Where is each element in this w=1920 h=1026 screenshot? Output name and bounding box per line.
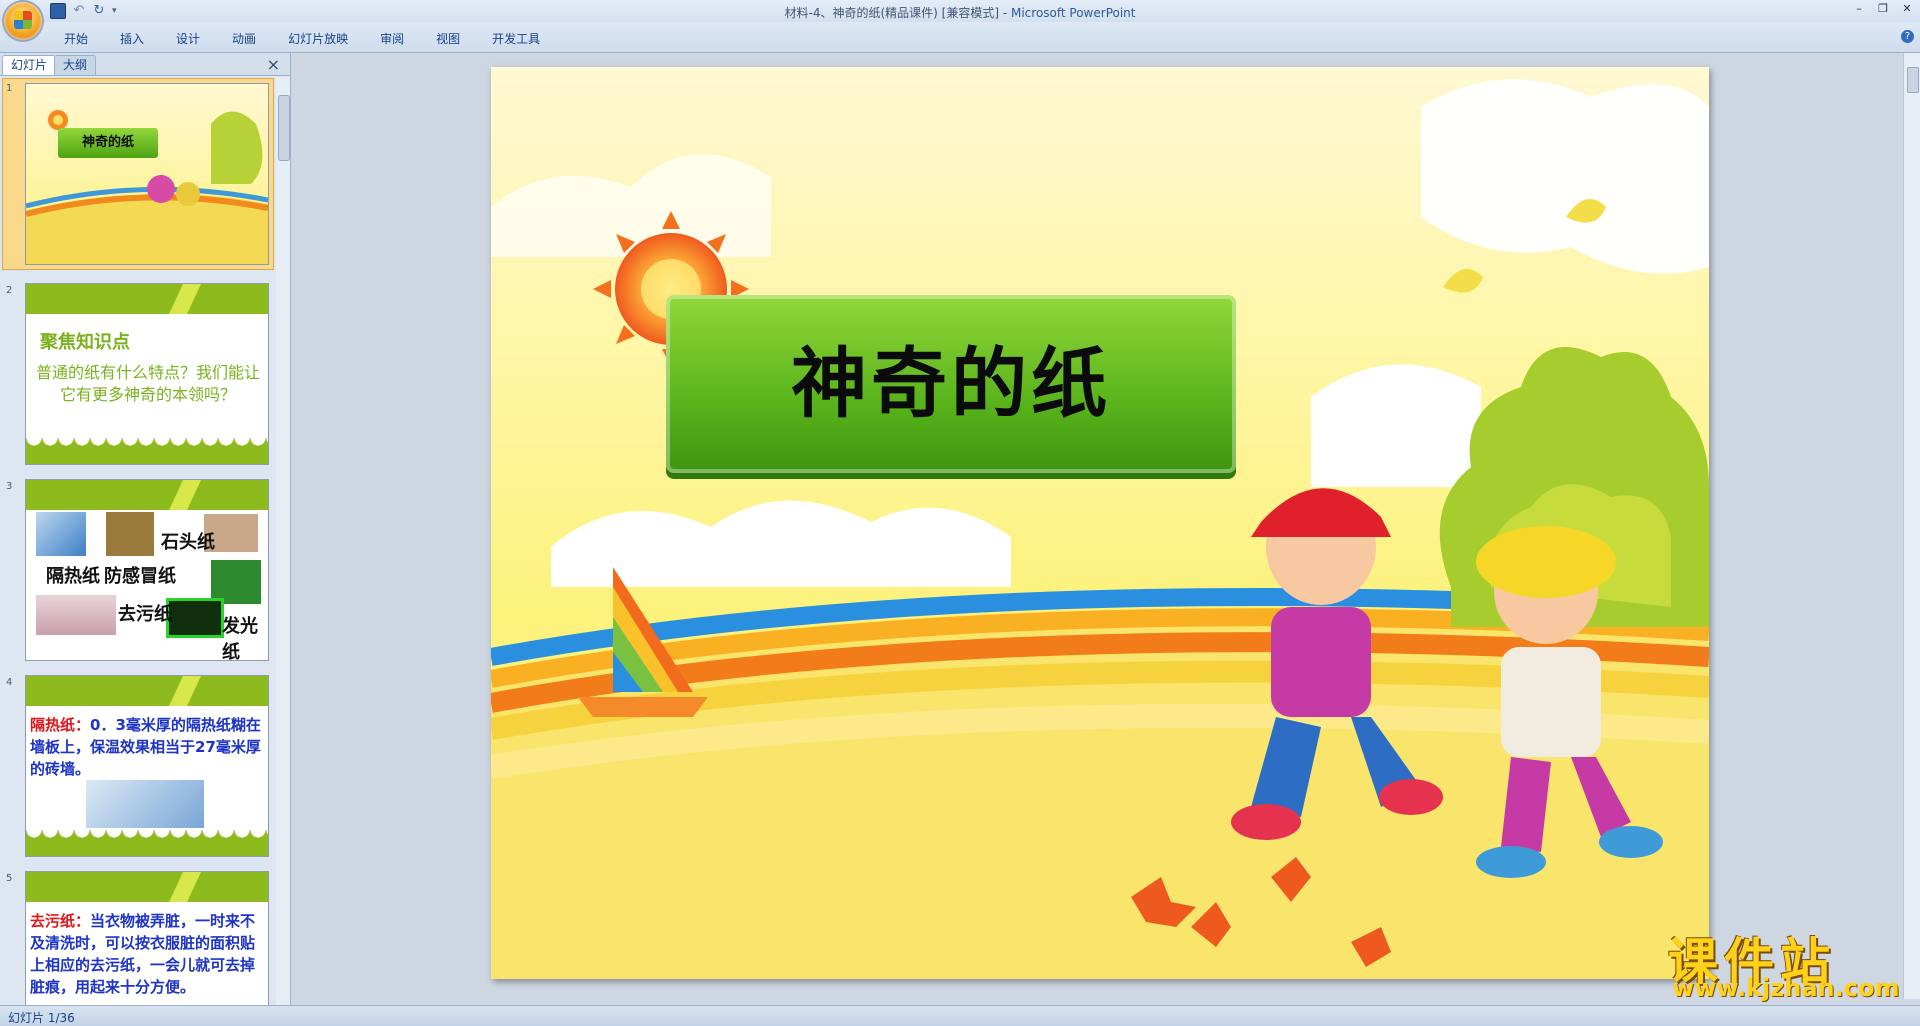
tab-design[interactable]: 设计 — [160, 27, 216, 50]
tab-view[interactable]: 视图 — [420, 27, 476, 50]
maximize-icon[interactable]: ❐ — [1876, 2, 1890, 16]
thumbnail-slide-3[interactable]: 石头纸 隔热纸 防感冒纸 去污纸 发光纸 — [25, 479, 269, 661]
thumb-top-band — [26, 284, 268, 314]
tab-developer[interactable]: 开发工具 — [476, 27, 556, 50]
slide-1-preview-art — [26, 110, 268, 264]
thumbnail-number: 3 — [6, 481, 13, 492]
thumb-top-band — [26, 480, 268, 510]
thumbnail-number: 2 — [6, 285, 13, 296]
thumb-picture — [106, 512, 154, 556]
office-button[interactable] — [4, 2, 42, 40]
window-title: 材料-4、神奇的纸(精品课件) [兼容模式] - Microsoft Power… — [0, 4, 1920, 21]
thumbnail-slide-5[interactable]: 去污纸：当衣物被弄脏，一时来不及清洗时，可以按衣服脏的面积贴上相应的去污纸，一会… — [25, 871, 269, 1005]
site-watermark: 课件站 www.kjzhan.com — [1668, 922, 1908, 1002]
thumbnail-label: 石头纸 — [161, 532, 215, 553]
thumbnail-slide-1[interactable]: 神奇的纸 — [25, 83, 269, 265]
window-title-doc: 材料-4、神奇的纸(精品课件) [兼容模式] - — [784, 6, 1011, 20]
thumbnail-number: 4 — [6, 677, 13, 688]
main-scrollbar[interactable] — [1903, 53, 1920, 999]
office-logo-icon — [14, 11, 32, 29]
title-placeholder[interactable]: 神奇的纸 — [666, 295, 1236, 473]
thumb-bottom-band — [26, 438, 268, 464]
minimize-icon[interactable]: – — [1852, 2, 1866, 16]
tab-slides[interactable]: 幻灯片 — [2, 55, 57, 75]
ribbon: 开始 插入 设计 动画 幻灯片放映 审阅 视图 开发工具 ? — [0, 22, 1920, 53]
thumbnail-slide-2[interactable]: 聚焦知识点 普通的纸有什么特点？我们能让它有更多神奇的本领吗？ — [25, 283, 269, 465]
thumbnail-label: 隔热纸 — [46, 566, 100, 587]
slide-title[interactable]: 神奇的纸 — [666, 295, 1236, 473]
status-bar: 幻灯片 1/36 — [0, 1005, 1920, 1026]
tab-animations[interactable]: 动画 — [216, 27, 272, 50]
thumb-picture — [36, 595, 116, 635]
thumbnail-lead: 隔热纸： — [30, 716, 91, 734]
close-icon[interactable]: ✕ — [1900, 2, 1914, 16]
ribbon-tabs: 开始 插入 设计 动画 幻灯片放映 审阅 视图 开发工具 — [48, 27, 556, 50]
current-slide[interactable]: 神奇的纸 — [491, 67, 1709, 979]
tab-home[interactable]: 开始 — [48, 27, 104, 50]
panel-tabs: 幻灯片 大纲 × — [0, 53, 290, 76]
help-icon[interactable]: ? — [1901, 30, 1914, 43]
watermark-url: www.kjzhan.com — [1672, 974, 1900, 1002]
thumbnail-heading: 聚焦知识点 — [40, 332, 130, 353]
tab-insert[interactable]: 插入 — [104, 27, 160, 50]
thumbnail-number: 1 — [6, 83, 13, 94]
panel-close-icon[interactable]: × — [267, 55, 280, 74]
scrollbar-thumb[interactable] — [1907, 67, 1919, 93]
scrollbar-thumb[interactable] — [278, 95, 290, 161]
thumbnail-slide-4[interactable]: 隔热纸：0．3毫米厚的隔热纸糊在墙板上，保温效果相当于27毫米厚的砖墙。 — [25, 675, 269, 857]
thumb-picture — [166, 598, 224, 638]
thumb-bottom-band — [26, 830, 268, 856]
thumbnail-scrollbar[interactable] — [276, 77, 290, 1005]
thumbnail-label: 发光纸 — [222, 616, 258, 661]
thumbnail-body: 隔热纸：0．3毫米厚的隔热纸糊在墙板上，保温效果相当于27毫米厚的砖墙。 — [30, 714, 264, 780]
thumbnail-body: 普通的纸有什么特点？我们能让它有更多神奇的本领吗？ — [35, 363, 260, 404]
thumb-top-band — [26, 676, 268, 706]
title-bar: ↶ ↻ ▾ 材料-4、神奇的纸(精品课件) [兼容模式] - Microsoft… — [0, 0, 1920, 22]
thumb-picture — [36, 512, 86, 556]
window-title-app: Microsoft PowerPoint — [1010, 6, 1136, 20]
thumbnail-list: 1 神奇的纸 2 聚焦知识点 普通的纸有什么特点？我们能让它有更多神奇的本领吗？… — [0, 77, 274, 1005]
tab-outline[interactable]: 大纲 — [54, 55, 97, 75]
slide-background-art — [491, 79, 1709, 979]
tab-slideshow[interactable]: 幻灯片放映 — [272, 27, 364, 50]
thumbnail-number: 5 — [6, 873, 13, 884]
thumbnail-lead: 去污纸： — [30, 912, 91, 930]
thumbnail-body: 去污纸：当衣物被弄脏，一时来不及清洗时，可以按衣服脏的面积贴上相应的去污纸，一会… — [30, 910, 264, 998]
thumbnail-label: 防感冒纸 — [104, 566, 176, 587]
thumbnail-title: 神奇的纸 — [58, 128, 158, 158]
window-controls: – ❐ ✕ — [1852, 2, 1914, 16]
slides-panel: 幻灯片 大纲 × 1 神奇的纸 2 聚焦知识点 普通的纸有什么特点？我们能让它有… — [0, 53, 291, 1005]
slide-counter: 幻灯片 1/36 — [8, 1011, 75, 1025]
thumbnail-label: 去污纸 — [118, 604, 172, 625]
thumb-picture — [86, 780, 204, 828]
tab-review[interactable]: 审阅 — [364, 27, 420, 50]
thumb-top-band — [26, 872, 268, 902]
